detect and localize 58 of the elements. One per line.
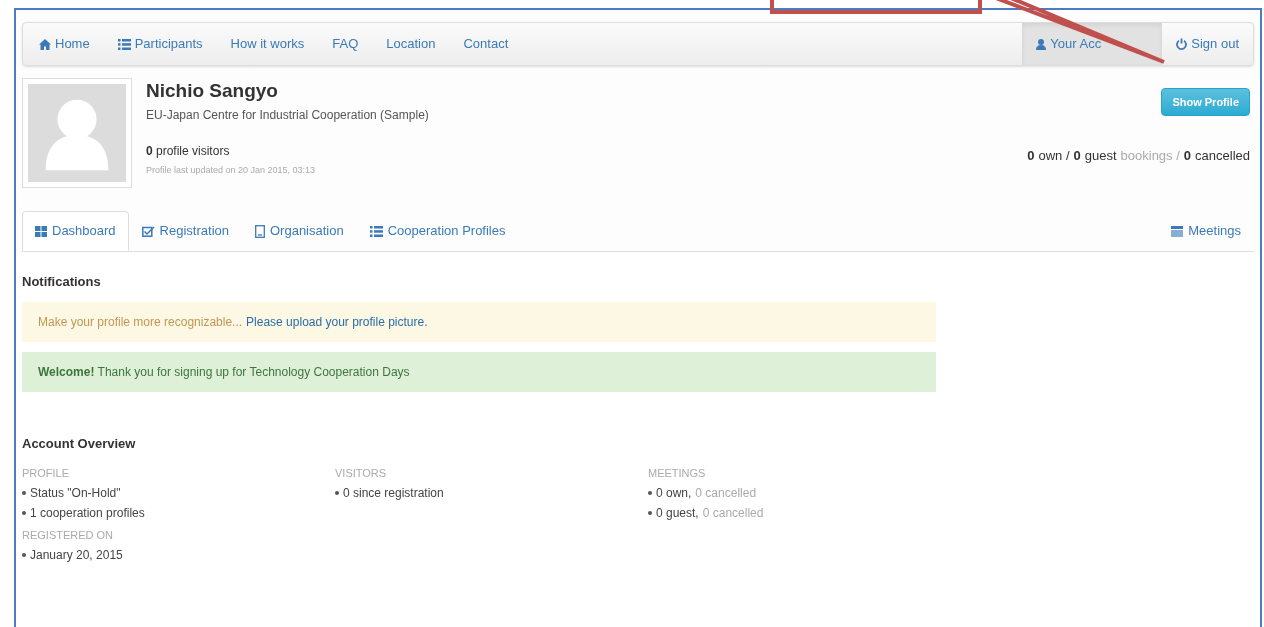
last-updated-text: Profile last updated on 20 Jan 2015, 03:13 xyxy=(146,164,317,177)
section-heading: Notifications xyxy=(22,273,102,291)
overview-text: January 20, 2015 xyxy=(30,547,123,564)
overview-text: Status "On-Hold" xyxy=(30,485,121,502)
booking-stat: 0 xyxy=(1183,147,1192,165)
nav-link[interactable]: How it works xyxy=(216,23,319,65)
bullet-icon xyxy=(335,491,339,495)
bullet-icon xyxy=(22,511,26,515)
overview-label: PROFILE xyxy=(22,466,71,481)
nav-link[interactable]: Contact xyxy=(449,23,523,65)
alert-text: Make your profile more recognizable... xyxy=(38,313,243,331)
bullet-icon xyxy=(22,553,26,557)
user-icon xyxy=(1036,38,1047,50)
overview-text: 1 cooperation profiles xyxy=(30,505,145,522)
muted-text: 0 cancelled xyxy=(702,505,764,522)
booking-stat: own / xyxy=(1038,147,1070,165)
bullet-icon xyxy=(648,491,652,495)
nav-link[interactable]: Participants xyxy=(103,23,217,65)
booking-stat: bookings / xyxy=(1120,147,1180,165)
overview-text: 0 own, xyxy=(656,485,692,502)
muted-text: 0 cancelled xyxy=(695,485,757,502)
tab[interactable]: Cooperation Profiles xyxy=(356,211,519,251)
booking-stat: cancelled xyxy=(1195,147,1250,165)
overview-text: 0 since registration xyxy=(343,485,444,502)
show-profile-button[interactable]: Show Profile xyxy=(1161,88,1250,116)
booking-stat: 0 xyxy=(1027,147,1035,165)
booking-stat: guest xyxy=(1084,147,1117,165)
overview-label: REGISTERED ON xyxy=(22,528,115,543)
profile-name: Nichio Sangyo xyxy=(146,79,279,103)
nav-link[interactable]: Your Acc xyxy=(1022,23,1163,65)
building-icon xyxy=(255,224,265,238)
grid-icon xyxy=(35,225,47,237)
bullet-icon xyxy=(648,511,652,515)
calendar-icon xyxy=(1171,225,1184,237)
profile-visitors: 0 profile visitors xyxy=(146,143,231,160)
overview-label: MEETINGS xyxy=(648,466,707,481)
bullet-icon xyxy=(22,491,26,495)
tab[interactable]: Organisation xyxy=(242,211,357,251)
tab[interactable]: Registration xyxy=(128,211,242,251)
nav-link[interactable]: Home xyxy=(25,23,104,65)
section-heading: Account Overview xyxy=(22,434,137,453)
power-icon xyxy=(1176,38,1188,50)
avatar-placeholder-icon xyxy=(28,84,126,182)
alert-text: Welcome! Thank you for signing up for Technology Cooperation Days xyxy=(38,363,410,381)
booking-stat: 0 xyxy=(1073,147,1081,165)
nav-link[interactable]: Location xyxy=(372,23,450,65)
tab[interactable]: Meetings xyxy=(1158,211,1254,251)
organisation-name: EU-Japan Centre for Industrial Cooperation (Sample) xyxy=(146,107,429,124)
home-icon xyxy=(39,38,51,50)
list-icon xyxy=(369,225,383,237)
checkbox-icon xyxy=(141,225,155,237)
tab[interactable]: Dashboard xyxy=(22,211,129,251)
overview-text: 0 guest, xyxy=(656,505,699,522)
upload-link[interactable]: Please upload your profile picture. xyxy=(246,312,428,331)
nav-link[interactable]: Sign out xyxy=(1162,23,1253,65)
list-icon xyxy=(117,38,131,50)
overview-label: VISITORS xyxy=(335,466,388,481)
nav-link[interactable]: FAQ xyxy=(318,23,373,65)
